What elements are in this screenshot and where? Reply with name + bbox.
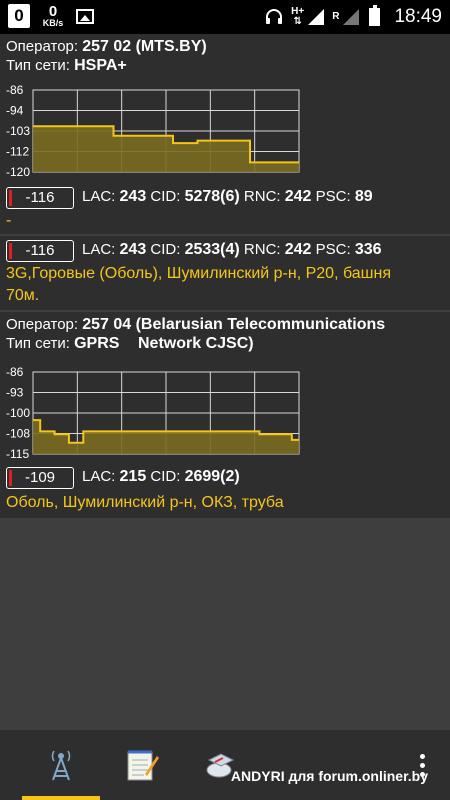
- cell-location-line-1: 3G,Горовые (Оболь), Шумилинский р-н, Р20…: [6, 265, 391, 282]
- cell-panel-1[interactable]: Оператор: 257 02 (MTS.BY) Тип сети: HSPA…: [0, 34, 450, 234]
- bottom-navigation: ANDYRI для forum.onliner.by: [0, 730, 450, 800]
- psc-value: 89: [354, 188, 373, 205]
- rnc-value: 242: [284, 241, 312, 258]
- cell-panel-2[interactable]: -116 LAC: 243 CID: 2533(4) RNC: 242 PSC:…: [0, 236, 450, 310]
- chart-tick-label: -100: [6, 406, 30, 420]
- watermark-text: ANDYRI для forum.onliner.by: [230, 768, 428, 784]
- network-type-indicator: H+ ⇅: [291, 6, 305, 27]
- status-bar: 0 0 KB/s H+ ⇅ R 18:49: [0, 0, 450, 34]
- cell-identifiers: LAC: 243 CID: 2533(4) RNC: 242 PSC: 336: [82, 241, 382, 259]
- operator-value-continued: Network CJSC): [138, 335, 254, 353]
- lac-label: LAC:: [82, 241, 116, 258]
- network-type-value: GPRS: [74, 335, 120, 352]
- signal-marker: [9, 243, 12, 259]
- chart-tick-label: -93: [6, 386, 24, 400]
- network-speed-value: 0: [48, 3, 58, 20]
- lac-value: 215: [119, 468, 147, 485]
- rnc-label: RNC:: [243, 241, 281, 258]
- lac-label: LAC:: [82, 468, 116, 485]
- rnc-label: RNC:: [243, 188, 281, 205]
- signal-strength-secondary-icon: [343, 9, 360, 25]
- cid-label: CID:: [150, 468, 181, 485]
- operator-label: Оператор:: [6, 316, 79, 333]
- chart-tick-label: -115: [6, 447, 29, 461]
- cid-value: 5278(6): [184, 188, 240, 205]
- notification-count-badge: 0: [8, 4, 30, 28]
- chart-tick-label: -86: [6, 83, 24, 97]
- signal-value: -116: [25, 189, 55, 206]
- cell-identifiers: LAC: 243 CID: 5278(6) RNC: 242 PSC: 89: [82, 188, 373, 206]
- lac-label: LAC:: [82, 188, 116, 205]
- cid-value: 2699(2): [184, 468, 240, 485]
- psc-label: PSC:: [315, 188, 351, 205]
- notepad-icon[interactable]: [121, 744, 161, 784]
- cell-location-line-2: 70м.: [6, 287, 40, 304]
- cid-value: 2533(4): [184, 241, 240, 258]
- signal-history-chart: -86 -94 -103 -112 -120: [0, 82, 310, 180]
- active-tab-indicator: [22, 796, 100, 800]
- signal-strength-icon: [308, 9, 325, 25]
- network-type-value: HSPA+: [74, 57, 127, 74]
- cid-label: CID:: [150, 188, 181, 205]
- signal-strength-box: -116: [6, 187, 74, 209]
- signal-value: -116: [25, 242, 55, 259]
- signal-marker: [9, 470, 12, 486]
- network-speed-indicator: 0 KB/s: [40, 4, 66, 28]
- operator-value: 257 04 (Belarusian Telecommunications: [82, 316, 386, 333]
- lac-value: 243: [119, 241, 147, 258]
- gallery-notification-icon: [76, 8, 94, 24]
- cell-location: -: [6, 212, 12, 229]
- operator-value: 257 02 (MTS.BY): [82, 38, 207, 55]
- network-type-label: Тип сети:: [6, 57, 70, 74]
- psc-label: PSC:: [315, 241, 351, 258]
- clock: 18:49: [394, 6, 442, 27]
- network-type-line: Тип сети: HSPA+: [6, 57, 127, 75]
- network-type-label: H+: [291, 6, 305, 17]
- signal-strength-box: -116: [6, 240, 74, 262]
- operator-line: Оператор: 257 02 (MTS.BY): [6, 38, 207, 56]
- chart-tick-label: -120: [6, 165, 30, 179]
- chart-tick-label: -86: [6, 365, 24, 379]
- chart-tick-label: -108: [6, 427, 30, 441]
- signal-strength-box: -109: [6, 467, 74, 489]
- battery-icon: [369, 5, 381, 26]
- chart-tick-label: -94: [6, 104, 24, 118]
- network-type-label: Тип сети:: [6, 335, 70, 352]
- cell-identifiers: LAC: 215 CID: 2699(2): [82, 468, 240, 486]
- headset-icon: [266, 9, 283, 24]
- signal-value: -109: [24, 469, 56, 486]
- cid-label: CID:: [150, 241, 181, 258]
- psc-value: 336: [354, 241, 382, 258]
- operator-label: Оператор:: [6, 38, 79, 55]
- lac-value: 243: [119, 188, 147, 205]
- network-type-line: Тип сети: GPRS: [6, 335, 119, 353]
- operator-value-cont: Network CJSC): [138, 335, 254, 352]
- cell-tower-icon[interactable]: [41, 744, 81, 784]
- signal-history-chart: -86 -93 -100 -108 -115: [0, 364, 310, 462]
- cell-location: Оболь, Шумилинский р-н, ОКЗ, труба: [6, 494, 284, 511]
- network-speed-unit: KB/s: [42, 18, 64, 28]
- cell-panel-3[interactable]: Оператор: 257 04 (Belarusian Telecommuni…: [0, 312, 450, 518]
- chart-tick-label: -103: [6, 124, 30, 138]
- chart-tick-label: -112: [6, 145, 29, 159]
- signal-marker: [9, 190, 12, 206]
- roaming-indicator: R: [332, 11, 340, 22]
- rnc-value: 242: [284, 188, 312, 205]
- operator-line: Оператор: 257 04 (Belarusian Telecommuni…: [6, 316, 385, 334]
